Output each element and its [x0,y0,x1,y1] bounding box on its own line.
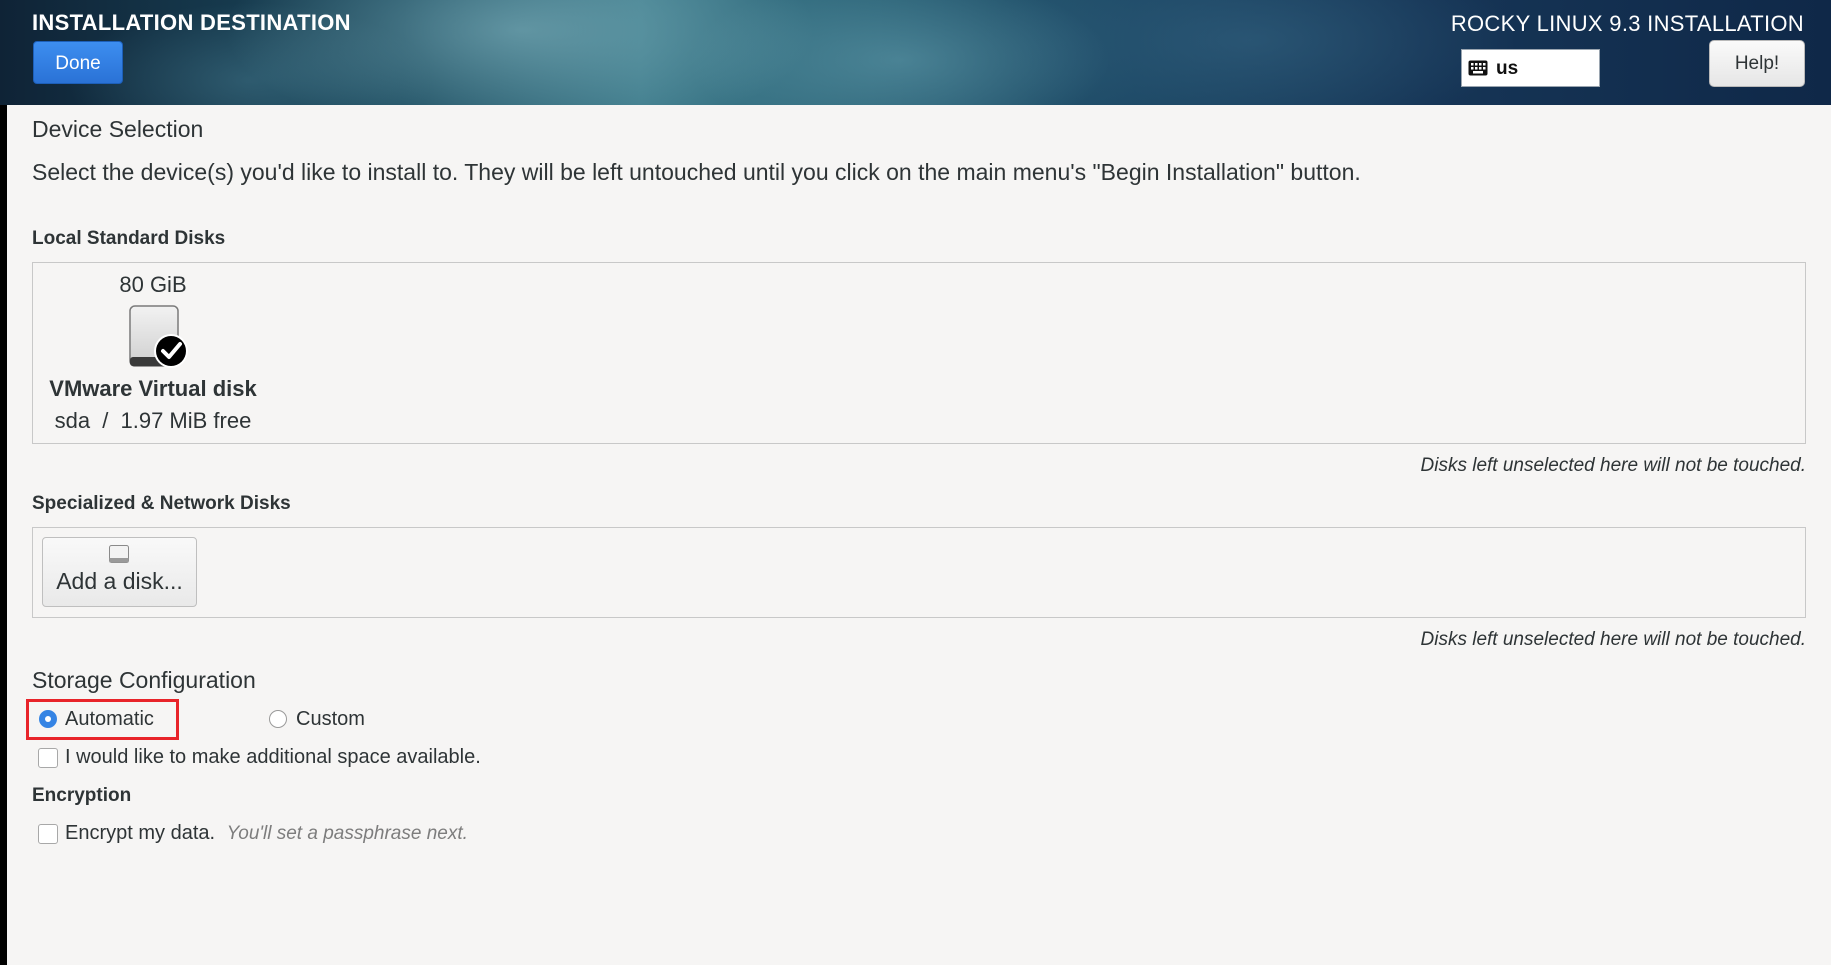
disk-device: sda [54,408,91,433]
help-button[interactable]: Help! [1709,40,1805,87]
disk-free-space: 1.97 MiB free [120,408,252,433]
add-disk-button[interactable]: Add a disk... [42,537,197,607]
storage-config-heading: Storage Configuration [32,667,256,693]
network-disks-panel [32,527,1806,618]
device-selection-description: Select the device(s) you'd like to insta… [32,159,1361,185]
encrypt-label-text: Encrypt my data. [65,822,216,844]
keyboard-layout-indicator[interactable]: us [1461,49,1600,87]
disk-tile-sda[interactable]: 80 GiB VMware Virtual disk sda / 1.97 Mi… [33,263,273,443]
disk-details: sda / 1.97 MiB free [33,408,273,434]
product-title: ROCKY LINUX 9.3 INSTALLATION [1450,11,1804,36]
disk-separator: / [102,408,109,433]
network-disks-label: Specialized & Network Disks [32,493,291,514]
additional-space-label[interactable]: I would like to make additional space av… [65,746,481,769]
radio-automatic-label[interactable]: Automatic [65,708,154,731]
device-selection-heading: Device Selection [32,116,204,142]
additional-space-checkbox[interactable] [38,748,58,768]
add-disk-label: Add a disk... [56,568,183,594]
encrypt-checkbox[interactable] [38,824,58,844]
keyboard-layout-value: us [1496,58,1519,79]
radio-custom-label[interactable]: Custom [296,708,365,731]
encrypt-label[interactable]: Encrypt my data. You'll set a passphrase… [65,822,468,845]
disk-icon [109,545,129,563]
header-bar: INSTALLATION DESTINATION Done ROCKY LINU… [0,0,1831,105]
hard-disk-icon [129,305,188,368]
radio-custom[interactable] [269,710,287,728]
radio-automatic[interactable] [39,710,57,728]
disk-name: VMware Virtual disk [49,376,257,401]
encrypt-hint: You'll set a passphrase next. [226,823,468,844]
disk-size: 80 GiB [119,272,187,297]
local-disks-label: Local Standard Disks [32,228,226,249]
local-disks-panel: 80 GiB VMware Virtual disk sda / 1.97 Mi… [32,262,1806,444]
done-button[interactable]: Done [33,41,123,84]
encryption-heading: Encryption [32,785,132,806]
page-title: INSTALLATION DESTINATION [32,10,351,35]
keyboard-icon [1468,60,1488,76]
main-content: Device Selection Select the device(s) yo… [7,105,1831,965]
local-disks-note: Disks left unselected here will not be t… [1420,455,1807,476]
network-disks-note: Disks left unselected here will not be t… [1420,629,1807,650]
installer-window: INSTALLATION DESTINATION Done ROCKY LINU… [0,0,1831,965]
